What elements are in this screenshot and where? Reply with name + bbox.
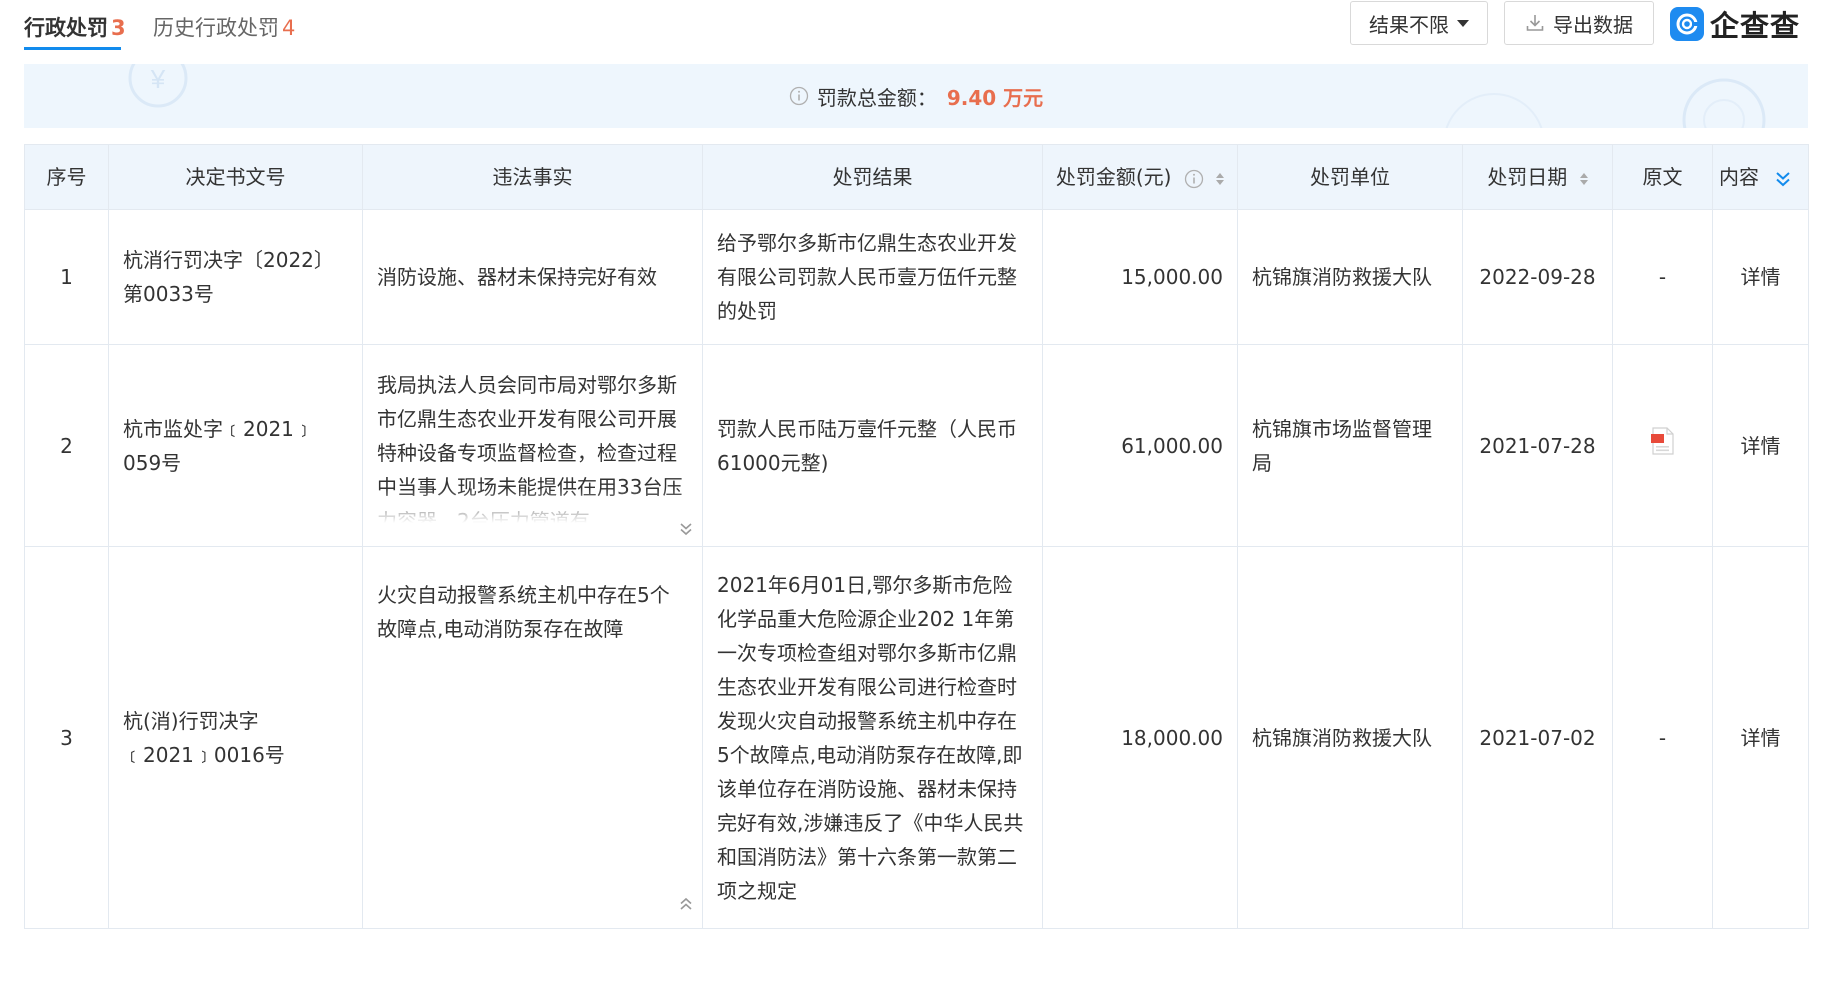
row-fact-cell: 火灾自动报警系统主机中存在5个故障点,电动消防泵存在故障	[362, 546, 703, 929]
qichacha-logo: 企查查	[1670, 6, 1801, 43]
tab-admin-penalty-label: 行政处罚	[24, 16, 108, 40]
col-header-content-label: 内容	[1719, 165, 1759, 189]
table-row: 1 杭消行罚决字〔2022〕第0033号 消防设施、器材未保持完好有效 给予鄂尔…	[24, 209, 1809, 345]
col-header-amount-label: 处罚金额(元)	[1055, 165, 1172, 189]
table-header: 序号 决定书文号 违法事实 处罚结果 处罚金额(元) 处罚单位 处罚日期 原文 …	[24, 144, 1809, 210]
tab-admin-penalty[interactable]: 行政处罚 3	[24, 12, 126, 42]
row-result: 给予鄂尔多斯市亿鼎生态农业开发有限公司罚款人民币壹万伍仟元整的处罚	[702, 209, 1043, 345]
row-fact: 火灾自动报警系统主机中存在5个故障点,电动消防泵存在故障	[377, 582, 670, 641]
row-date: 2021-07-28	[1462, 344, 1613, 547]
row-amount: 15,000.00	[1042, 209, 1238, 345]
col-header-index: 序号	[24, 144, 109, 210]
row-unit: 杭锦旗市场监督管理局	[1237, 344, 1463, 547]
col-header-date[interactable]: 处罚日期	[1462, 144, 1613, 210]
tab-history-penalty[interactable]: 历史行政处罚 4	[153, 12, 295, 42]
penalty-table: 序号 决定书文号 违法事实 处罚结果 处罚金额(元) 处罚单位 处罚日期 原文 …	[24, 144, 1809, 929]
tab-admin-penalty-count: 3	[111, 16, 126, 40]
row-amount: 18,000.00	[1042, 546, 1238, 929]
detail-link[interactable]: 详情	[1712, 209, 1809, 345]
export-data-button[interactable]: 导出数据	[1504, 1, 1654, 45]
info-icon[interactable]	[789, 86, 809, 106]
row-fact-cell: 我局执法人员会同市局对鄂尔多斯市亿鼎生态农业开发有限公司开展特种设备专项监督检查…	[362, 344, 703, 547]
sort-icon[interactable]	[1579, 172, 1588, 185]
caret-down-icon	[1457, 19, 1469, 27]
col-header-original: 原文	[1612, 144, 1713, 210]
row-amount: 61,000.00	[1042, 344, 1238, 547]
fine-total-amount: 9.40 万元	[946, 85, 1044, 110]
expand-chevron-icon[interactable]	[678, 521, 694, 537]
row-original: -	[1612, 209, 1713, 345]
table-row: 3 杭(消)行罚决字﹝2021﹞0016号 火灾自动报警系统主机中存在5个故障点…	[24, 546, 1809, 929]
fine-summary: 罚款总金额： 9.40 万元	[24, 64, 1808, 128]
row-date: 2022-09-28	[1462, 209, 1613, 345]
row-doc-no: 杭市监处字﹝2021﹞059号	[108, 344, 363, 547]
row-result: 2021年6月01日,鄂尔多斯市危险化学品重大危险源企业202 1年第一次专项检…	[702, 546, 1043, 929]
detail-link[interactable]: 详情	[1712, 546, 1809, 929]
active-tab-indicator	[24, 47, 121, 50]
row-unit: 杭锦旗消防救援大队	[1237, 209, 1463, 345]
result-filter-label: 结果不限	[1369, 12, 1449, 37]
detail-link[interactable]: 详情	[1712, 344, 1809, 547]
logo-text: 企查查	[1710, 9, 1801, 43]
row-result: 罚款人民币陆万壹仟元整（人民币61000元整)	[702, 344, 1043, 547]
row-unit: 杭锦旗消防救援大队	[1237, 546, 1463, 929]
row-index: 1	[24, 209, 109, 345]
row-fact: 消防设施、器材未保持完好有效	[362, 209, 703, 345]
row-date: 2021-07-02	[1462, 546, 1613, 929]
row-fact-collapsed: 我局执法人员会同市局对鄂尔多斯市亿鼎生态农业开发有限公司开展特种设备专项监督检查…	[377, 368, 688, 523]
pdf-icon[interactable]	[1650, 426, 1675, 455]
tab-history-penalty-label: 历史行政处罚	[153, 16, 279, 40]
fine-summary-banner: ¥ 罚款总金额： 9.40 万元	[24, 64, 1808, 128]
col-header-content[interactable]: 内容	[1712, 144, 1809, 210]
result-filter-dropdown[interactable]: 结果不限	[1350, 1, 1488, 45]
download-icon	[1526, 15, 1544, 31]
row-doc-no: 杭消行罚决字〔2022〕第0033号	[108, 209, 363, 345]
double-chevron-down-icon[interactable]	[1775, 170, 1791, 188]
col-header-result: 处罚结果	[702, 144, 1043, 210]
row-original	[1612, 344, 1713, 547]
fine-total-label: 罚款总金额：	[816, 85, 937, 110]
col-header-amount[interactable]: 处罚金额(元)	[1042, 144, 1238, 210]
col-header-unit: 处罚单位	[1237, 144, 1463, 210]
row-doc-no: 杭(消)行罚决字﹝2021﹞0016号	[108, 546, 363, 929]
row-index: 3	[24, 546, 109, 929]
info-icon[interactable]	[1184, 169, 1204, 189]
sort-icon[interactable]	[1216, 172, 1225, 185]
row-original: -	[1612, 546, 1713, 929]
col-header-doc-no: 决定书文号	[108, 144, 363, 210]
tab-history-penalty-count: 4	[282, 16, 296, 40]
table-row: 2 杭市监处字﹝2021﹞059号 我局执法人员会同市局对鄂尔多斯市亿鼎生态农业…	[24, 344, 1809, 547]
col-header-fact: 违法事实	[362, 144, 703, 210]
collapse-chevron-icon[interactable]	[678, 896, 694, 912]
top-bar: 行政处罚 3 历史行政处罚 4 结果不限 导出数据 企查查	[0, 0, 1838, 62]
col-header-date-label: 处罚日期	[1487, 165, 1568, 189]
export-data-label: 导出数据	[1553, 12, 1633, 37]
row-index: 2	[24, 344, 109, 547]
logo-mark-icon	[1670, 7, 1704, 41]
